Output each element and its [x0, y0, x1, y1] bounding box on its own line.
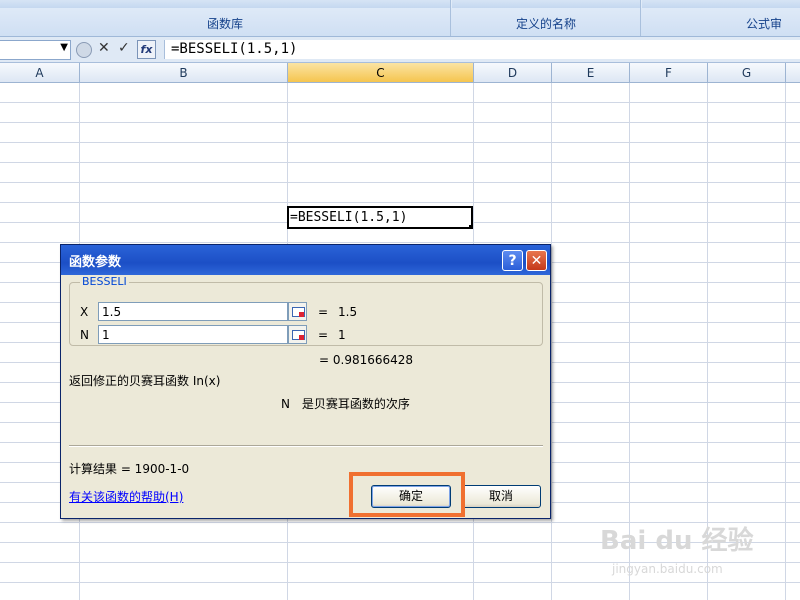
calculation-result: 计算结果 = 1900-1-0	[69, 462, 190, 476]
argument-label: N	[80, 328, 89, 342]
chevron-down-icon[interactable]: ▼	[60, 42, 68, 53]
equals-sign: =	[318, 305, 329, 319]
ribbon-group-formula-auditing: 公式审	[642, 0, 800, 36]
argument-x-input[interactable]	[98, 302, 288, 321]
insert-function-button[interactable]: fx	[137, 40, 156, 59]
dialog-titlebar[interactable]: 函数参数 ? ✕	[61, 245, 550, 275]
equals-sign: =	[318, 328, 329, 342]
function-description: 返回修正的贝赛耳函数 In(x)	[69, 374, 221, 388]
active-cell[interactable]: =BESSELI(1.5,1)	[287, 206, 473, 229]
dialog-title: 函数参数	[69, 255, 122, 270]
argument-label: X	[80, 305, 89, 319]
parameter-name: N	[281, 397, 290, 411]
fill-handle[interactable]	[468, 224, 471, 227]
ribbon-group-label: 公式审	[745, 17, 782, 31]
grid-line	[785, 83, 786, 600]
formula-bar: ▼ ✕ ✓ fx =BESSELI(1.5,1)	[0, 37, 800, 63]
argument-row-n: N = 1	[80, 325, 540, 345]
ribbon-group-defined-names: 定义的名称	[452, 0, 641, 36]
column-header-h[interactable]	[786, 63, 800, 83]
watermark-url: jingyan.baidu.com	[612, 562, 723, 576]
formula-result: = 0.981666428	[319, 353, 414, 367]
argument-n-input[interactable]	[98, 325, 288, 344]
argument-row-x: X = 1.5	[80, 302, 540, 322]
function-name: BESSELI	[80, 275, 129, 288]
column-header-e[interactable]: E	[552, 63, 630, 83]
column-header-d[interactable]: D	[474, 63, 552, 83]
ribbon-group-label: 定义的名称	[515, 17, 576, 31]
active-cell-value: =BESSELI(1.5,1)	[290, 210, 408, 225]
collapse-dialog-icon[interactable]	[288, 302, 307, 321]
column-header-b[interactable]: B	[80, 63, 288, 83]
arguments-group: BESSELI X = 1.5 N = 1	[69, 275, 543, 346]
column-header-a[interactable]: A	[0, 63, 80, 83]
ribbon-group-function-library: 函数库	[0, 0, 451, 36]
divider	[69, 445, 543, 447]
column-header-f[interactable]: F	[630, 63, 708, 83]
ribbon-group-label: 函数库	[206, 17, 243, 31]
parameter-text: 是贝赛耳函数的次序	[301, 397, 410, 411]
enter-formula-icon[interactable]: ✓	[118, 40, 130, 56]
function-help-link[interactable]: 有关该函数的帮助(H)	[69, 488, 183, 505]
argument-result: 1.5	[338, 305, 358, 319]
formula-buttons: ✕ ✓ fx	[76, 40, 156, 59]
function-arguments-dialog: 函数参数 ? ✕ BESSELI X = 1.5 N = 1 = 0.98166…	[60, 244, 551, 519]
name-box[interactable]: ▼	[0, 40, 71, 60]
argument-result: 1	[338, 328, 346, 342]
cancel-formula-icon[interactable]: ✕	[98, 40, 110, 56]
column-header-c[interactable]: C	[288, 63, 474, 83]
column-header-g[interactable]: G	[708, 63, 786, 83]
expand-handle-icon[interactable]	[76, 42, 92, 58]
cancel-button[interactable]: 取消	[461, 485, 541, 508]
close-icon[interactable]: ✕	[526, 250, 547, 271]
formula-input[interactable]: =BESSELI(1.5,1)	[164, 40, 800, 59]
parameter-description: N 是贝赛耳函数的次序	[281, 395, 410, 412]
collapse-dialog-icon[interactable]	[288, 325, 307, 344]
ribbon: 函数库 定义的名称 公式审	[0, 0, 800, 37]
watermark: Bai du 经验	[600, 526, 754, 556]
help-icon[interactable]: ?	[502, 250, 523, 271]
highlight-box	[349, 472, 465, 517]
grid-line	[551, 83, 552, 600]
